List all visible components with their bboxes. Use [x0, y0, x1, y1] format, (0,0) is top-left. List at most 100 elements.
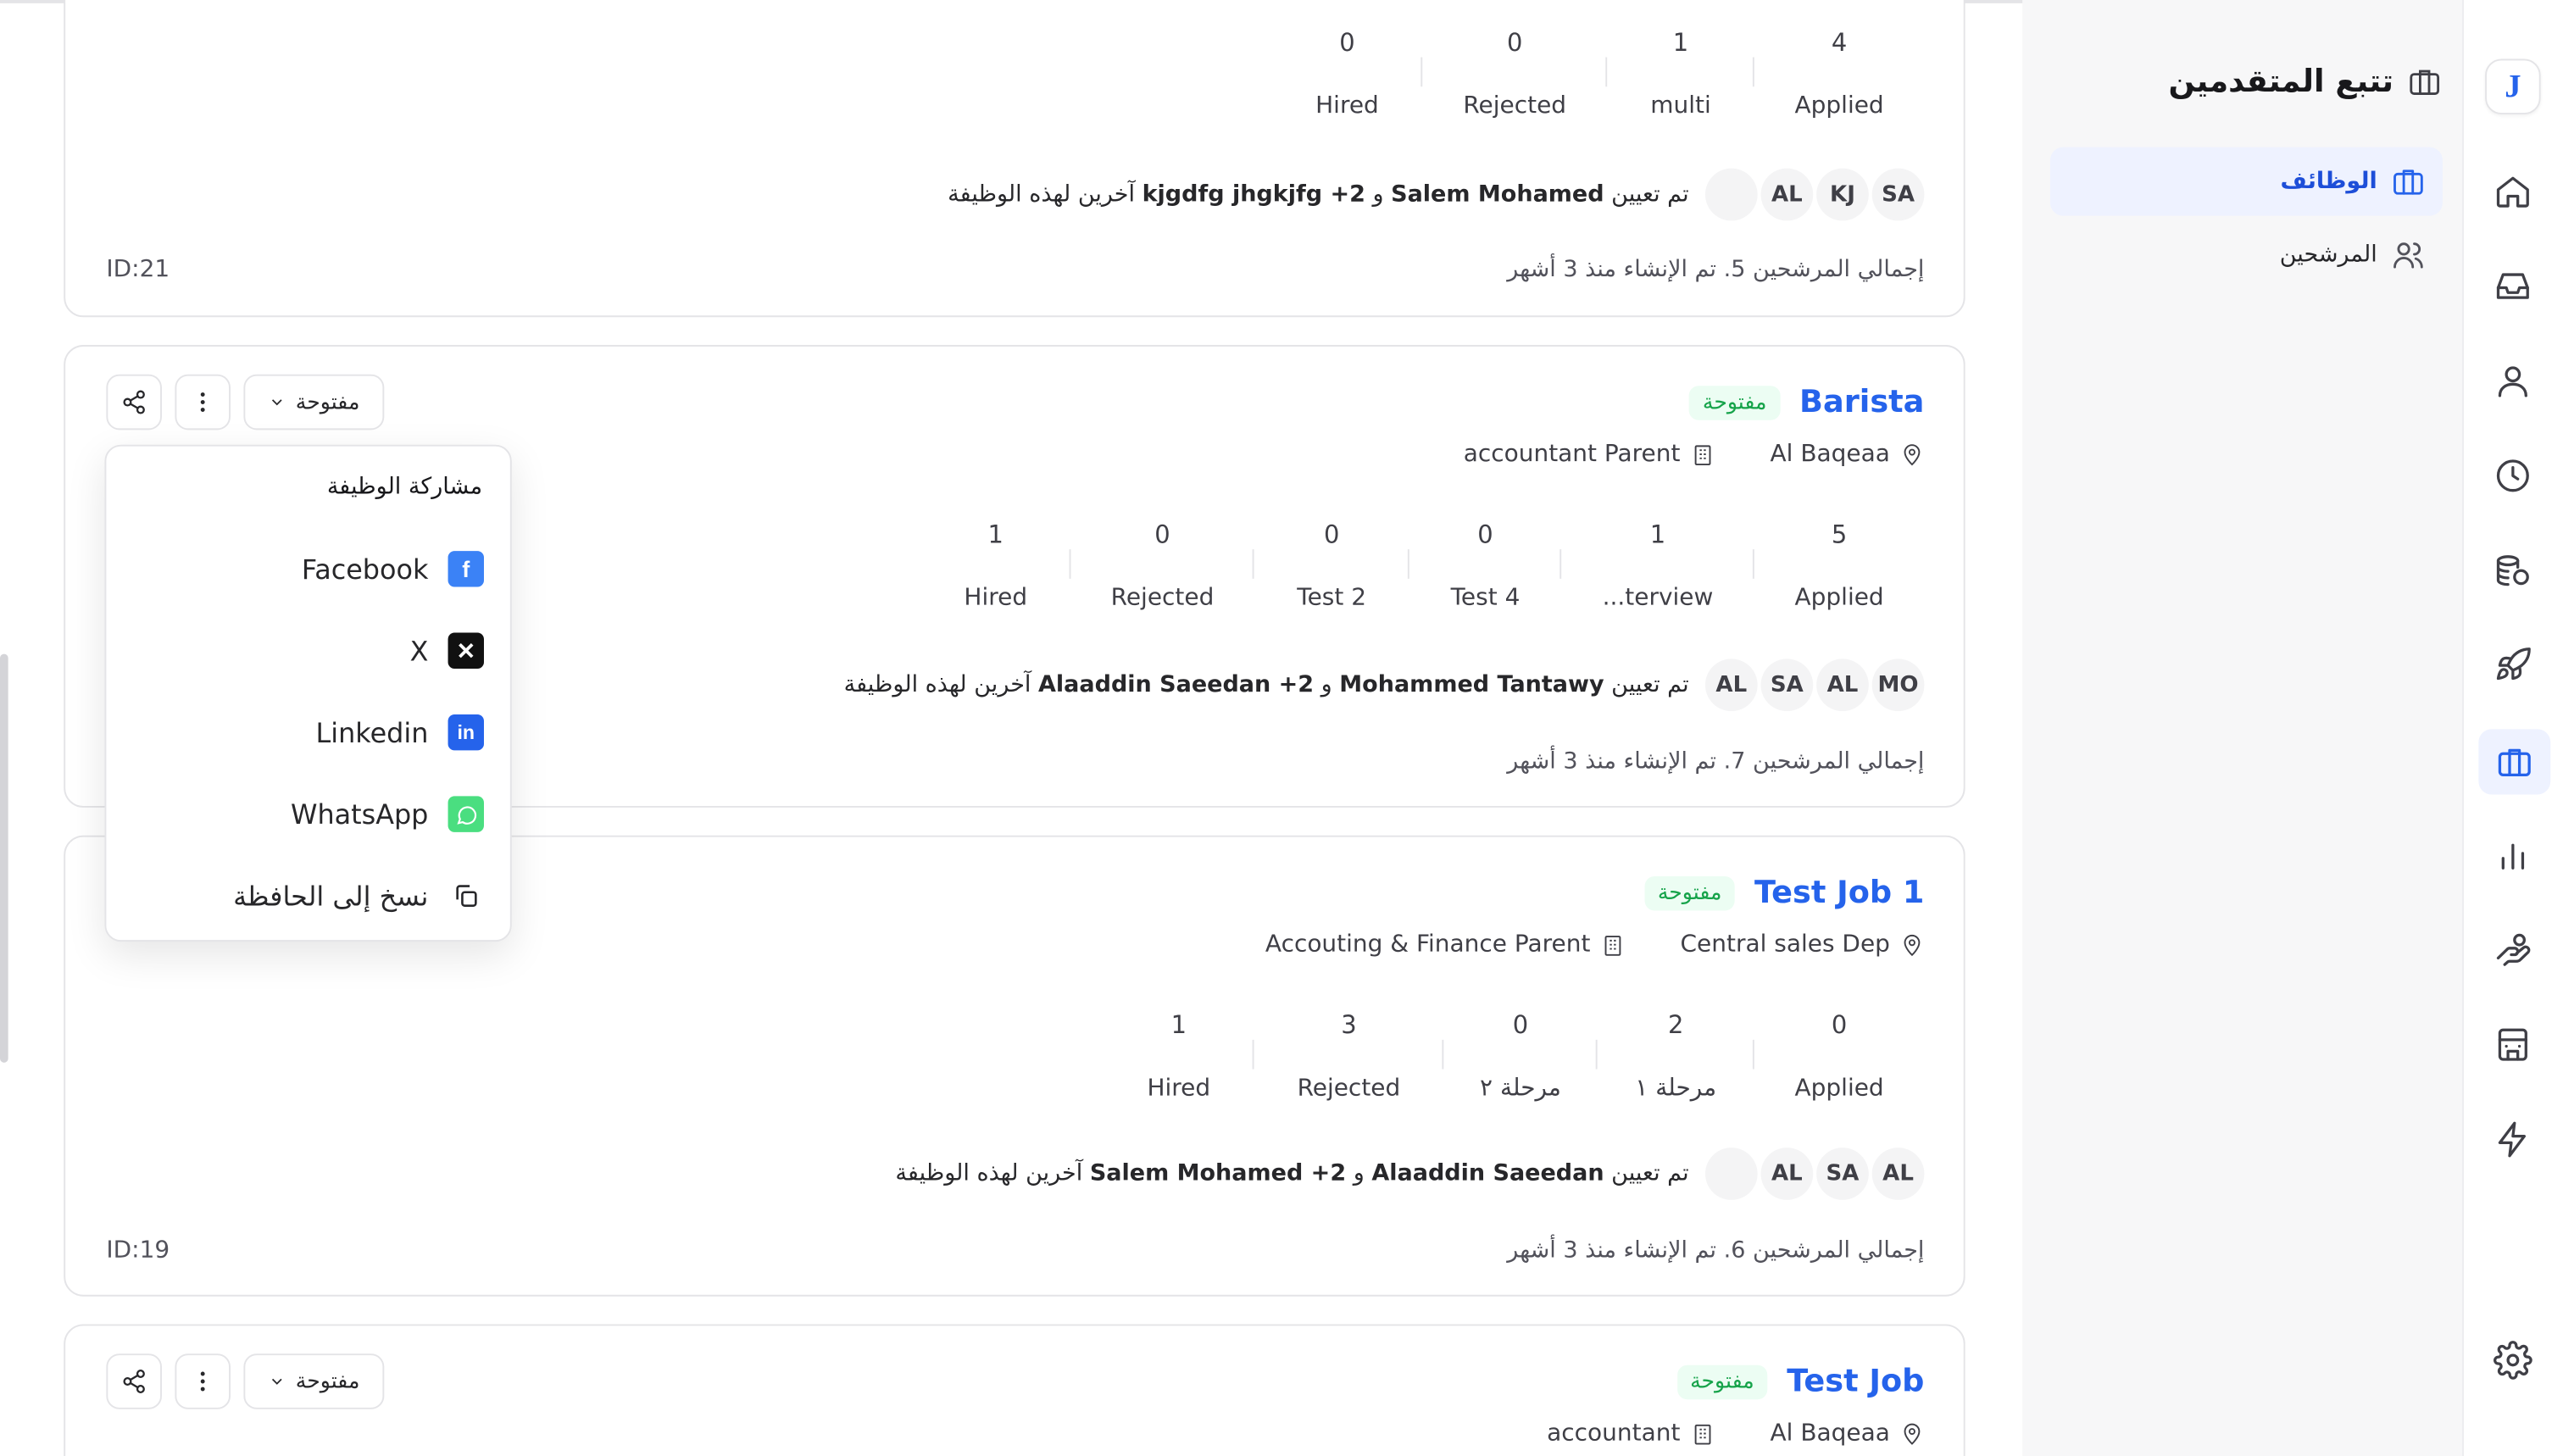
- assign-and: و: [1353, 1160, 1365, 1187]
- rail-finance[interactable]: [2487, 544, 2539, 597]
- sidebar-item-jobs[interactable]: الوظائف: [2049, 147, 2443, 216]
- assign-and: و: [1372, 181, 1384, 208]
- app-logo[interactable]: J: [2485, 58, 2541, 115]
- inbox-icon: [2496, 273, 2529, 299]
- share-linkedin[interactable]: in Linkedin: [316, 713, 484, 752]
- rocket-icon: [2496, 647, 2531, 681]
- stage[interactable]: 1 ...terview: [1561, 520, 1754, 611]
- more-vertical-icon: [200, 392, 205, 412]
- building-icon: [1694, 1423, 1710, 1444]
- stage[interactable]: 0 Rejected: [1422, 28, 1608, 119]
- lightning-icon: [2498, 1121, 2527, 1158]
- stage[interactable]: 5 Applied: [1754, 520, 1925, 611]
- stage[interactable]: 0 Rejected: [1070, 520, 1254, 611]
- assign-prefix: تم تعيين: [1611, 671, 1689, 698]
- stage[interactable]: 1 Hired: [920, 520, 1071, 611]
- share-popup: مشاركة الوظيفة f Facebook ✕ X in Linkedi…: [104, 444, 512, 942]
- stage-count: 0: [1154, 520, 1170, 550]
- hand-coins-icon: [2496, 933, 2531, 966]
- share-facebook[interactable]: f Facebook: [302, 549, 484, 588]
- job-title[interactable]: Barista: [1799, 384, 1924, 420]
- stage-count: 1: [987, 520, 1004, 550]
- rail-inbox[interactable]: [2487, 260, 2539, 313]
- share-item-label: WhatsApp: [291, 798, 429, 830]
- briefcase-icon: [2393, 169, 2423, 195]
- location-pin-icon: [1904, 934, 1921, 956]
- assign-and: و: [1320, 671, 1332, 698]
- share-button[interactable]: [106, 1353, 162, 1409]
- job-card: 4 Applied 1 multi 0 Rejected 0 Hired AL KJ S…: [64, 0, 1965, 318]
- page-scrollbar[interactable]: [0, 653, 8, 1063]
- job-title[interactable]: Test Job 1: [1754, 875, 1924, 910]
- status-badge: مفتوحة: [1676, 1364, 1768, 1399]
- rail-jobs[interactable]: [2478, 729, 2551, 795]
- job-meta: Al Baqeaa accountant: [1547, 1417, 1924, 1450]
- sidebar-item-candidates[interactable]: المرشحين: [2050, 220, 2443, 289]
- job-department: accountant Parent: [1463, 441, 1681, 468]
- avatar: SA: [1816, 1148, 1869, 1200]
- rail-launch[interactable]: [2487, 639, 2539, 692]
- facebook-icon: f: [448, 551, 484, 587]
- rail-automation[interactable]: [2487, 1114, 2539, 1166]
- building-icon: [1604, 935, 1621, 955]
- avatar-group[interactable]: AL KJ SA: [1704, 168, 1925, 221]
- stage-count: 2: [1668, 1010, 1684, 1040]
- stage[interactable]: 0 Hired: [1272, 28, 1423, 119]
- rail-reports[interactable]: [2487, 829, 2539, 881]
- sidebar-title: تتبع المتقدمين: [2169, 58, 2443, 104]
- rail-store[interactable]: [2487, 1019, 2539, 1071]
- job-meta: Central sales Dep Accouting & Finance Pa…: [1265, 929, 1925, 962]
- rail-history[interactable]: [2487, 449, 2539, 502]
- stage[interactable]: 1 Hired: [1104, 1010, 1254, 1102]
- app-root: 4 Applied 1 multi 0 Rejected 0 Hired AL KJ S…: [0, 0, 2563, 1456]
- pipeline-stages: 0 Applied 2 مرحلة ١ 0 مرحلة ٢ 3 Rejected 1 Hi…: [1104, 1010, 1924, 1102]
- stage[interactable]: 1 multi: [1607, 28, 1754, 119]
- status-badge: مفتوحة: [1644, 875, 1735, 910]
- rail-settings[interactable]: [2487, 1334, 2539, 1387]
- rail-payroll[interactable]: [2487, 924, 2539, 976]
- status-select-value: مفتوحة: [295, 390, 360, 415]
- copy-to-clipboard[interactable]: نسخ إلى الحافظة: [233, 876, 484, 915]
- stage-label: Rejected: [1110, 585, 1215, 612]
- status-select[interactable]: مفتوحة: [243, 1353, 385, 1409]
- job-id: ID:21: [106, 256, 170, 283]
- avatar-group[interactable]: AL SA AL: [1704, 1148, 1925, 1200]
- stage[interactable]: 0 Test 2: [1254, 520, 1409, 611]
- stage[interactable]: 0 Test 4: [1409, 520, 1562, 611]
- stage[interactable]: 2 مرحلة ١: [1598, 1010, 1754, 1102]
- job-location: Central sales Dep: [1680, 931, 1890, 959]
- share-icon: [123, 390, 145, 414]
- whatsapp-icon: [448, 796, 484, 832]
- building-icon: [1694, 444, 1710, 465]
- settings-icon: [2494, 1341, 2532, 1380]
- status-select[interactable]: مفتوحة: [243, 374, 385, 431]
- home-icon: [2496, 176, 2529, 208]
- stage-label: Test 2: [1297, 585, 1367, 612]
- stage[interactable]: 0 مرحلة ٢: [1443, 1010, 1598, 1103]
- job-department: accountant: [1547, 1420, 1681, 1448]
- assignees-row: AL KJ SA تم تعيين Salem Mohamed و kjgdfg…: [948, 168, 1925, 221]
- job-title[interactable]: Test Job: [1787, 1364, 1924, 1399]
- stage[interactable]: 3 Rejected: [1254, 1010, 1444, 1102]
- clock-icon: [2496, 459, 2529, 492]
- assign-prefix: تم تعيين: [1611, 1160, 1689, 1187]
- share-popup-title: مشاركة الوظيفة: [326, 474, 483, 501]
- assignee-name: Salem Mohamed: [1391, 181, 1604, 208]
- stage-label: Rejected: [1463, 92, 1567, 119]
- stage-label: مرحلة ٢: [1480, 1075, 1561, 1103]
- stage[interactable]: 4 Applied: [1754, 28, 1925, 119]
- stage[interactable]: 0 Applied: [1754, 1010, 1925, 1102]
- assignee-more: kjgdfg jhgkjfg +2: [1142, 181, 1365, 208]
- share-button[interactable]: [106, 374, 162, 431]
- share-item-label: Facebook: [301, 553, 429, 585]
- assignees-text: تم تعيين Salem Mohamed و kjgdfg jhgkjfg …: [948, 181, 1688, 208]
- share-x[interactable]: ✕ X: [410, 631, 484, 670]
- share-item-label: Linkedin: [315, 716, 429, 748]
- more-options-button[interactable]: [175, 374, 231, 431]
- avatar-group[interactable]: AL SA AL MO: [1704, 659, 1925, 712]
- more-options-button[interactable]: [175, 1353, 231, 1409]
- assignee-more: Salem Mohamed +2: [1089, 1160, 1347, 1187]
- rail-profile[interactable]: [2487, 355, 2539, 408]
- share-whatsapp[interactable]: WhatsApp: [291, 794, 484, 833]
- rail-home[interactable]: [2487, 165, 2539, 218]
